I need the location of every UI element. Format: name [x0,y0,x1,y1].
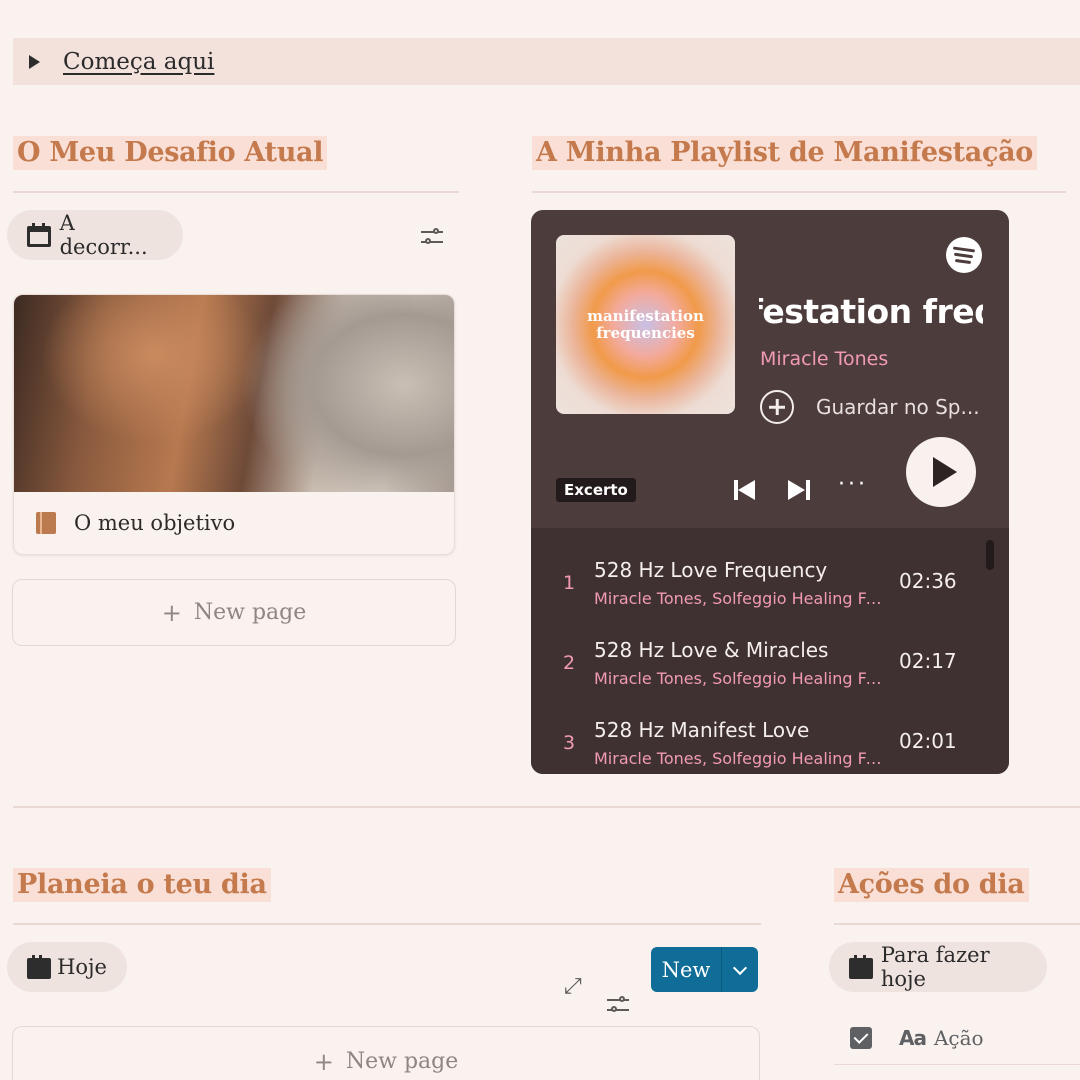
add-circle-icon [760,390,794,424]
actions-column-header[interactable]: Aa Ação [850,1026,984,1050]
actions-heading: Ações do dia [834,868,1029,902]
track-duration: 02:36 [899,569,957,593]
track-artists: Miracle Tones, Solfeggio Healing Fr... [594,589,884,608]
track-name: 528 Hz Manifest Love [594,718,810,742]
new-button-label: New [661,957,711,982]
checkbox-icon [850,1027,872,1049]
previous-track-icon[interactable] [734,478,758,502]
calendar-icon [849,955,873,979]
tracklist-scrollbar[interactable] [986,540,994,570]
toggle-triangle-icon[interactable] [29,54,40,69]
save-to-spotify-button[interactable]: Guardar no Sp... [760,390,980,424]
track-number: 1 [563,572,576,594]
playlist-divider [532,191,1066,193]
track-artists: Miracle Tones, Solfeggio Healing Fr... [594,749,884,768]
plan-new-page-button[interactable]: + New page [12,1026,760,1080]
new-dropdown-toggle[interactable] [722,960,758,975]
plus-icon: + [313,1047,334,1076]
goal-card-title: O meu objetivo [74,511,236,535]
book-icon [36,512,56,534]
chevron-down-icon [732,960,748,975]
track-row[interactable]: 3 528 Hz Manifest Love Miracle Tones, So… [531,700,1009,774]
playlist-heading: A Minha Playlist de Manifestação [532,136,1038,170]
action-column-label: Ação [933,1026,984,1050]
playlist-title[interactable]: manifestation frequencies [759,292,983,338]
plan-filter-label: Hoje [57,955,107,979]
track-row[interactable]: 1 528 Hz Love Frequency Miracle Tones, S… [531,540,1009,620]
playlist-artist[interactable]: Miracle Tones [760,348,888,370]
plan-divider [13,923,761,925]
track-row[interactable]: 2 528 Hz Love & Miracles Miracle Tones, … [531,620,1009,700]
calendar-icon [27,955,51,979]
track-number: 2 [563,652,576,674]
actions-filter-tab[interactable]: Para fazer hoje [829,942,1047,992]
goal-card[interactable]: O meu objetivo [13,294,455,555]
preview-badge: Excerto [556,478,636,502]
text-property-icon: Aa [899,1026,927,1050]
spotify-logo-icon[interactable] [946,237,982,273]
track-number: 3 [563,732,576,754]
plus-icon: + [161,598,182,627]
calendar-icon [27,223,51,247]
new-button[interactable]: New [651,947,758,992]
toggle-label[interactable]: Começa aqui [63,49,214,75]
track-duration: 02:17 [899,649,957,673]
plan-heading: Planeia o teu dia [13,868,271,902]
cover-text-line2: frequencies [596,323,695,342]
track-duration: 02:01 [899,729,957,753]
actions-header-divider [834,1064,1080,1065]
filter-settings-icon[interactable] [607,996,629,1014]
section-divider [13,806,1080,808]
expand-icon[interactable] [564,974,584,999]
track-artists: Miracle Tones, Solfeggio Healing Fr... [594,669,884,688]
challenge-filter-label: A decorr... [59,211,148,259]
actions-divider [834,923,1080,925]
challenge-heading: O Meu Desafio Atual [13,136,328,170]
filter-settings-icon[interactable] [421,228,443,246]
goal-card-image [14,295,454,492]
playlist-cover: manifestation frequencies [556,235,735,414]
next-track-icon[interactable] [786,478,810,502]
challenge-divider [13,191,459,193]
cover-text-line1: manifestation [587,306,704,325]
actions-filter-label: Para fazer hoje [880,943,990,991]
track-name: 528 Hz Love Frequency [594,558,828,582]
play-button[interactable] [906,437,976,507]
track-name: 528 Hz Love & Miracles [594,638,829,662]
track-list[interactable]: 1 528 Hz Love Frequency Miracle Tones, S… [531,528,1009,774]
new-page-label: New page [345,1049,459,1074]
spotify-embed[interactable]: manifestation frequencies manifestation … [531,210,1009,774]
new-page-label: New page [193,600,307,625]
toggle-comeca-aqui[interactable]: Começa aqui [13,38,1080,85]
plan-filter-tab[interactable]: Hoje [7,942,127,992]
challenge-filter-tab[interactable]: A decorr... [7,210,183,260]
save-label: Guardar no Sp... [816,395,980,419]
challenge-new-page-button[interactable]: + New page [12,579,456,646]
more-options-icon[interactable]: ··· [838,472,868,497]
